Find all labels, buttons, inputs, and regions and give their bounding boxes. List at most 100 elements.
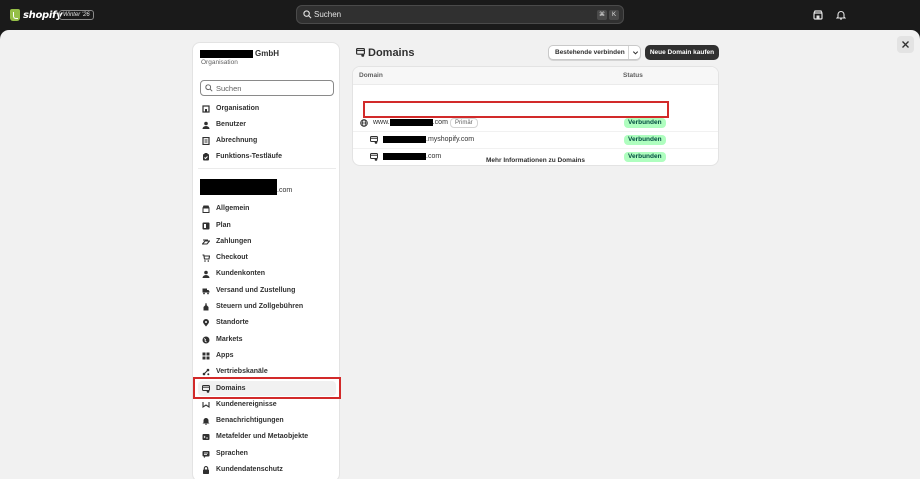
store-icon: [202, 205, 210, 213]
sidebar-item-sprachen[interactable]: Sprachen: [198, 446, 336, 461]
sidebar-item-label: Checkout: [216, 254, 248, 261]
status-badge: Verbunden: [624, 118, 666, 128]
domains-nav-highlight: [193, 377, 341, 399]
page-title-text: Domains: [368, 46, 415, 59]
sidebar-item-markets[interactable]: Markets: [198, 332, 336, 347]
settings-sidebar: GmbH Organisation Suchen Organisation Be…: [192, 42, 340, 479]
sidebar-item-label: Plan: [216, 222, 231, 229]
sidebar-item-metafelder-und-metaobjekte[interactable]: Metafelder und Metaobjekte: [198, 429, 336, 444]
sidebar-item-apps[interactable]: Apps: [198, 348, 336, 363]
brand-name: shopify: [23, 9, 63, 21]
sidebar-item-label: Sprachen: [216, 450, 248, 457]
more-info-link[interactable]: Mehr Informationen zu Domains: [352, 157, 719, 164]
settings-search-placeholder: Suchen: [216, 84, 242, 93]
chevron-down-icon[interactable]: [632, 49, 639, 56]
edition-badge[interactable]: Winter '26: [59, 10, 94, 20]
search-icon: [303, 10, 312, 19]
store-domain-header[interactable]: .com: [200, 179, 300, 197]
store-domain-suffix: .com: [277, 187, 293, 194]
shortcut-cmd-key: ⌘: [597, 10, 607, 20]
sidebar-item-checkout[interactable]: Checkout: [198, 250, 336, 265]
sidebar-item-kundendatenschutz[interactable]: Kundendatenschutz: [198, 462, 336, 477]
settings-modal: GmbH Organisation Suchen Organisation Be…: [0, 30, 920, 479]
bell-icon: [202, 417, 210, 425]
domain-icon: [356, 48, 365, 57]
shortcut-k-key: K: [609, 10, 619, 20]
languages-icon: [202, 450, 210, 458]
sidebar-item-standorte[interactable]: Standorte: [198, 315, 336, 330]
table-header: Domain Status: [353, 67, 718, 85]
domain-prefix: www.: [373, 119, 390, 126]
sales-channels-icon: [202, 368, 210, 375]
domain-icon: [370, 136, 378, 144]
sidebar-item-benutzer[interactable]: Benutzer: [198, 117, 336, 132]
sidebar-item-label: Funktions-Testläufe: [216, 153, 282, 160]
sidebar-item-label: Standorte: [216, 319, 249, 326]
sidebar-item-kundenereignisse[interactable]: Kundenereignisse: [198, 397, 336, 412]
metafields-icon: [202, 433, 210, 440]
lock-icon: [203, 465, 209, 474]
payments-icon: [202, 239, 210, 245]
feature-preview-icon: [203, 152, 209, 160]
close-button[interactable]: [897, 36, 914, 53]
sidebar-item-label: Kundenkonten: [216, 270, 265, 277]
domain-name[interactable]: .myshopify.com: [383, 136, 474, 143]
org-name-suffix: GmbH: [255, 49, 279, 58]
sidebar-item-kundenkonten[interactable]: Kundenkonten: [198, 266, 336, 281]
bell-icon[interactable]: [836, 10, 846, 20]
top-bar: shopify Winter '26 Suchen ⌘ K: [0, 0, 920, 30]
shopify-bag-icon: [10, 9, 20, 21]
redacted-store-domain: [200, 189, 277, 195]
truck-icon: [202, 288, 210, 294]
store-icon[interactable]: [813, 10, 823, 20]
status-badge: Verbunden: [624, 135, 666, 145]
sidebar-item-plan[interactable]: Plan: [198, 218, 336, 233]
sidebar-item-label: Markets: [216, 336, 243, 343]
sidebar-item-label: Organisation: [216, 105, 260, 112]
domain-suffix: .com: [432, 119, 448, 126]
table-row[interactable]: .myshopify.com Verbunden: [353, 132, 718, 149]
sidebar-item-label: Zahlungen: [216, 238, 252, 245]
primary-badge: Primär: [450, 118, 478, 128]
sidebar-item-label: Kundendatenschutz: [216, 466, 283, 473]
sidebar-item-benachrichtigungen[interactable]: Benachrichtigungen: [198, 413, 336, 428]
sidebar-item-allgemein[interactable]: Allgemein: [198, 201, 336, 216]
page-title: Domains: [356, 46, 414, 59]
domain-name[interactable]: www. .com: [373, 119, 448, 126]
sidebar-item-label: Versand und Zustellung: [216, 287, 296, 294]
sidebar-item-label: Apps: [216, 352, 234, 359]
sidebar-item-funktions-testlaeufe[interactable]: Funktions-Testläufe: [198, 149, 336, 164]
globe-icon: [202, 336, 210, 343]
redacted-domain: [389, 119, 433, 126]
sidebar-item-organisation[interactable]: Organisation: [198, 101, 336, 116]
buy-new-domain-button[interactable]: Neue Domain kaufen: [645, 45, 719, 60]
shopify-logo[interactable]: shopify: [10, 8, 63, 22]
connect-existing-button[interactable]: Bestehende verbinden: [548, 45, 641, 60]
location-icon: [203, 318, 209, 326]
redacted-store-name: [200, 179, 277, 189]
search-placeholder: Suchen: [314, 10, 342, 19]
sidebar-item-label: Benachrichtigungen: [216, 417, 284, 424]
sidebar-item-label: Steuern und Zollgebühren: [216, 303, 304, 310]
global-search-input[interactable]: Suchen ⌘ K: [296, 5, 624, 24]
sidebar-item-steuern-und-zollgebuehren[interactable]: Steuern und Zollgebühren: [198, 299, 336, 314]
domain-suffix: .myshopify.com: [426, 136, 475, 143]
button-separator: [628, 46, 629, 59]
sidebar-item-label: Kundenereignisse: [216, 401, 277, 408]
cart-icon: [202, 253, 210, 262]
sidebar-item-label: Abrechnung: [216, 137, 258, 144]
organization-name[interactable]: GmbH: [200, 49, 279, 58]
person-icon: [202, 270, 210, 278]
sidebar-item-label: Vertriebskanäle: [216, 368, 268, 375]
settings-search-input[interactable]: Suchen: [200, 80, 334, 96]
column-header-domain: Domain: [359, 72, 383, 79]
sidebar-divider: [198, 168, 336, 169]
sidebar-item-abrechnung[interactable]: Abrechnung: [198, 133, 336, 148]
sidebar-item-label: Benutzer: [216, 121, 246, 128]
redacted-org-name: [200, 49, 253, 58]
sidebar-item-zahlungen[interactable]: Zahlungen: [198, 234, 336, 249]
sidebar-item-versand-und-zustellung[interactable]: Versand und Zustellung: [198, 283, 336, 298]
organization-icon: [202, 104, 210, 113]
redacted-domain: [383, 136, 426, 143]
tax-icon: [203, 303, 209, 310]
